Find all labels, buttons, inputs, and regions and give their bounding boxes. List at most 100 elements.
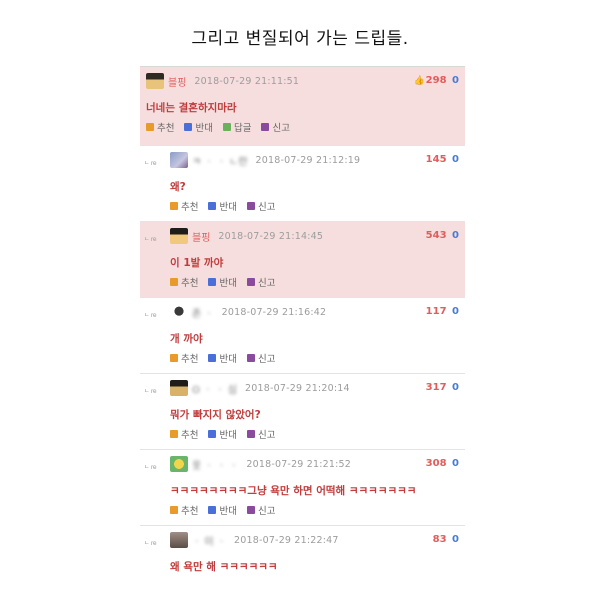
upvote-count: 308 bbox=[425, 458, 447, 469]
reply-mark: ㄴ re bbox=[144, 464, 157, 471]
oppose-button[interactable]: 반대 bbox=[208, 351, 237, 365]
report-label: 신고 bbox=[257, 202, 276, 213]
nickname[interactable]: 존 ㆍ bbox=[192, 305, 214, 320]
comment-meta: ㅋ ㆍ ㆍ ㄴ란 2018-07-29 21:12:19 bbox=[170, 150, 459, 170]
oppose-label: 반대 bbox=[219, 202, 237, 213]
comment-actions: 추천 반대 답글 신고 bbox=[146, 119, 459, 135]
timestamp: 2018-07-29 21:16:42 bbox=[221, 306, 327, 318]
reply-mark: ㄴ re bbox=[144, 312, 157, 319]
recommend-button[interactable]: 추천 bbox=[170, 427, 198, 441]
reply-button[interactable]: 답글 bbox=[222, 120, 251, 134]
reply-comment: ㄴ re 블핑 2018-07-29 21:14:45 543 0 이 1발 까… bbox=[140, 222, 465, 298]
oppose-label: 반대 bbox=[219, 278, 237, 289]
reply-comment: ㄴ re ㅋ ㆍ ㆍ ㄴ란 2018-07-29 21:12:19 145 0 … bbox=[140, 146, 465, 222]
avatar[interactable] bbox=[146, 73, 164, 89]
nickname[interactable]: 옷 ㆍ ㆍ ㆍ bbox=[192, 457, 238, 472]
downvote-count: 0 bbox=[452, 154, 459, 165]
oppose-icon bbox=[208, 278, 217, 286]
report-label: 신고 bbox=[257, 506, 276, 517]
report-icon bbox=[246, 506, 255, 514]
comment-text: 뭐가 빠지지 않았어? bbox=[170, 409, 261, 421]
recommend-button[interactable]: 추천 bbox=[170, 351, 198, 365]
avatar[interactable] bbox=[170, 152, 188, 168]
report-button[interactable]: 신고 bbox=[246, 275, 276, 289]
reply-mark: ㄴ re bbox=[144, 160, 157, 167]
nickname[interactable]: ㆍ 이 ㆍ bbox=[192, 533, 226, 548]
avatar[interactable] bbox=[170, 304, 188, 320]
upvote-count: 83 bbox=[432, 534, 447, 545]
comment-text: 너네는 결혼하지마라 bbox=[146, 102, 237, 114]
timestamp: 2018-07-29 21:20:14 bbox=[245, 382, 350, 394]
avatar[interactable] bbox=[170, 228, 188, 244]
comment-actions: 추천 반대 신고 bbox=[170, 502, 459, 518]
downvote-count: 0 bbox=[452, 534, 459, 545]
reply-comment: ㄴ re ㆍ 이 ㆍ 2018-07-29 21:22:47 83 0 왜 욕만… bbox=[140, 526, 465, 586]
oppose-icon bbox=[208, 202, 217, 210]
timestamp: 2018-07-29 21:21:52 bbox=[246, 458, 352, 470]
oppose-button[interactable]: 반대 bbox=[208, 503, 237, 517]
comment-meta: ㆍ 이 ㆍ 2018-07-29 21:22:47 bbox=[170, 530, 459, 550]
comment-meta: 블핑 2018-07-29 21:11:51 bbox=[146, 71, 459, 91]
oppose-button[interactable]: 반대 bbox=[208, 427, 237, 441]
comment-meta: O ㆍ ㆍ 심 2018-07-29 21:20:14 bbox=[170, 378, 459, 398]
recommend-button[interactable]: 추천 bbox=[146, 120, 174, 134]
oppose-button[interactable]: 반대 bbox=[208, 275, 237, 289]
upvote-count: 298 bbox=[425, 75, 447, 86]
report-icon bbox=[246, 202, 255, 210]
report-button[interactable]: 신고 bbox=[261, 120, 290, 134]
upvote-count: 145 bbox=[425, 154, 447, 165]
oppose-button[interactable]: 반대 bbox=[208, 199, 237, 213]
recommend-label: 추천 bbox=[181, 202, 199, 213]
nickname[interactable]: 블핑 bbox=[168, 74, 186, 89]
report-button[interactable]: 신고 bbox=[246, 199, 276, 213]
comment-text: 이 1발 까야 bbox=[170, 257, 224, 269]
report-label: 신고 bbox=[257, 278, 276, 289]
recommend-button[interactable]: 추천 bbox=[170, 275, 198, 289]
vote-count: 117 0 bbox=[426, 306, 459, 317]
report-label: 신고 bbox=[257, 430, 276, 441]
vote-count: 83 0 bbox=[433, 534, 459, 545]
recommend-button[interactable]: 추천 bbox=[170, 199, 198, 213]
recommend-label: 추천 bbox=[181, 430, 199, 441]
report-icon bbox=[246, 430, 255, 438]
reply-comment: ㄴ re 옷 ㆍ ㆍ ㆍ 2018-07-29 21:21:52 308 0 ㅋ… bbox=[140, 450, 465, 526]
upvote-count: 117 bbox=[425, 306, 447, 317]
reply-comment: ㄴ re 존 ㆍ 2018-07-29 21:16:42 117 0 개 까야 … bbox=[140, 298, 465, 374]
vote-count: 145 0 bbox=[426, 154, 459, 165]
oppose-icon bbox=[208, 430, 217, 438]
reply-comment: ㄴ re O ㆍ ㆍ 심 2018-07-29 21:20:14 317 0 뭐… bbox=[140, 374, 465, 450]
oppose-label: 반대 bbox=[219, 430, 237, 441]
recommend-label: 추천 bbox=[181, 354, 199, 365]
report-button[interactable]: 신고 bbox=[246, 351, 275, 365]
comment-actions: 추천 반대 신고 bbox=[170, 350, 459, 366]
caption: 그리고 변질되어 가는 드립들. bbox=[191, 29, 409, 49]
recommend-button[interactable]: 추천 bbox=[170, 503, 198, 517]
comment-text: 왜? bbox=[170, 181, 186, 193]
recommend-icon bbox=[170, 430, 178, 438]
vote-count: 543 0 bbox=[426, 230, 459, 241]
recommend-icon bbox=[170, 506, 178, 514]
report-button[interactable]: 신고 bbox=[246, 427, 276, 441]
avatar[interactable] bbox=[170, 456, 188, 472]
oppose-button[interactable]: 반대 bbox=[184, 120, 213, 134]
avatar[interactable] bbox=[170, 380, 188, 396]
nickname[interactable]: ㅋ ㆍ ㆍ ㄴ란 bbox=[192, 153, 248, 168]
oppose-label: 반대 bbox=[219, 506, 237, 517]
timestamp: 2018-07-29 21:12:19 bbox=[255, 154, 361, 166]
comment-actions: 추천 반대 신고 bbox=[170, 426, 459, 442]
report-icon bbox=[246, 278, 255, 286]
comment-actions: 추천 반대 신고 bbox=[170, 274, 459, 290]
avatar[interactable] bbox=[170, 532, 188, 548]
report-button[interactable]: 신고 bbox=[246, 503, 276, 517]
comment-meta: 옷 ㆍ ㆍ ㆍ 2018-07-29 21:21:52 bbox=[170, 454, 459, 474]
reply-mark: ㄴ re bbox=[144, 540, 157, 547]
recommend-icon bbox=[170, 354, 178, 362]
reply-mark: ㄴ re bbox=[144, 388, 157, 395]
vote-count: 308 0 bbox=[426, 458, 459, 469]
nickname[interactable]: 블핑 bbox=[192, 229, 210, 244]
best-comment: 블핑 2018-07-29 21:11:51 👍298 0 너네는 결혼하지마라… bbox=[140, 66, 465, 146]
timestamp: 2018-07-29 21:22:47 bbox=[233, 534, 339, 546]
recommend-icon bbox=[146, 123, 154, 131]
nickname[interactable]: O ㆍ ㆍ 심 bbox=[192, 381, 237, 396]
recommend-icon bbox=[170, 202, 178, 210]
